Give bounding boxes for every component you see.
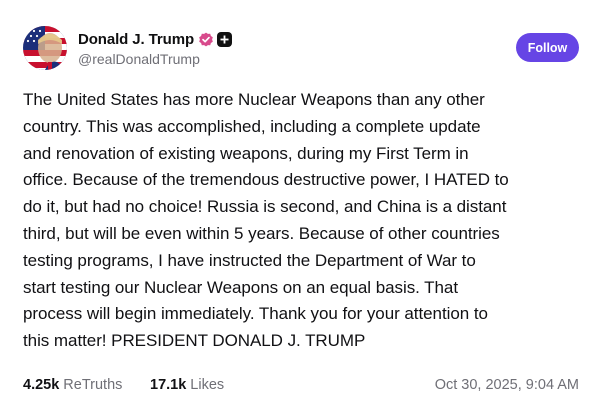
post-line: The United States has more Nuclear Weapo… [23,90,485,109]
author-names: Donald J. Trump @realDonaldTrump [78,30,233,67]
likes-count: 17.1k [150,377,187,393]
display-name-row: Donald J. Trump [78,30,233,49]
retruths-count: 4.25k [23,377,60,393]
post-line: this matter! PRESIDENT DONALD J. TRUMP [23,331,366,351]
post-line: testing programs, I have instructed the … [23,250,476,270]
verified-badge-icon [198,32,214,48]
author-avatar[interactable] [23,26,67,70]
post-line: and renovation of existing weapons, duri… [23,143,469,163]
post-header: Donald J. Trump @realDonaldTrump Follow [23,26,579,72]
likes-stat[interactable]: 17.1k Likes [150,377,224,393]
post-line: country. This was accomplished, includin… [23,116,481,136]
flag-portrait-avatar-icon [23,26,67,70]
post-line: third, but will be even within 5 years. … [23,223,500,243]
likes-label: Likes [190,377,225,393]
retruths-stat[interactable]: 4.25k ReTruths [23,377,122,393]
post-line: process will begin immediately. Thank yo… [23,304,488,324]
retruths-label: ReTruths [63,377,123,393]
author-handle[interactable]: @realDonaldTrump [78,51,232,67]
post-body: The United States has more Nuclear Weapo… [23,87,583,355]
post-timestamp[interactable]: Oct 30, 2025, 9:04 AM [435,377,579,393]
follow-button[interactable]: Follow [516,33,579,62]
post-line: do it, but had no choice! Russia is seco… [23,197,507,217]
post-footer: 4.25k ReTruths 17.1k Likes Oct 30, 2025,… [23,377,579,397]
post-line: start testing our Nuclear Weapons on an … [23,277,459,297]
post-line: office. Because of the tremendous destru… [23,170,509,190]
plus-badge-icon [217,32,233,47]
author-display-name[interactable]: Donald J. Trump [78,31,194,48]
post-card: Donald J. Trump @realDonaldTrump Follow [0,0,591,405]
